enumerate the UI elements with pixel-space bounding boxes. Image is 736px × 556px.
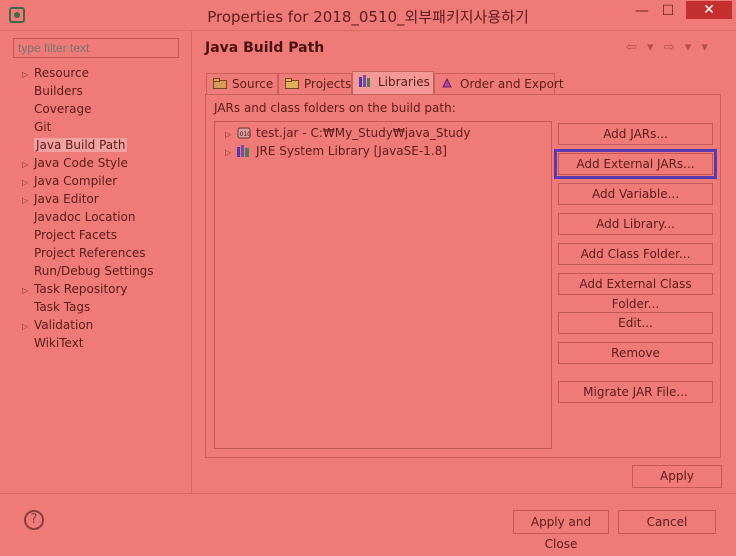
- sidebar-item-project-facets[interactable]: Project Facets: [22, 226, 117, 244]
- libraries-list[interactable]: ▷ 010 test.jar - C:₩My_Study₩java_Study ▷ J…: [214, 121, 552, 449]
- library-icon: [237, 144, 251, 157]
- jar-icon: 010: [237, 126, 252, 139]
- sidebar-item-coverage[interactable]: Coverage: [22, 100, 92, 118]
- list-item[interactable]: ▷ 010 test.jar - C:₩My_Study₩java_Study: [225, 124, 470, 142]
- tab-projects[interactable]: Projects: [278, 73, 352, 94]
- cancel-button[interactable]: Cancel: [618, 510, 716, 534]
- title-bar: Properties for 2018_0510_외부패키지사용하기 — ☐ ✕: [0, 0, 736, 31]
- add-library-button[interactable]: Add Library...: [558, 213, 713, 235]
- close-window-button[interactable]: ✕: [686, 1, 732, 19]
- sidebar-item-wikitext[interactable]: WikiText: [22, 334, 84, 352]
- window-title: Properties for 2018_0510_외부패키지사용하기: [207, 8, 529, 26]
- properties-sidebar: ▷Resource Builders Coverage Git Java Bui…: [0, 31, 192, 493]
- sidebar-item-javadoc-location[interactable]: Javadoc Location: [22, 208, 135, 226]
- migrate-jar-button[interactable]: Migrate JAR File...: [558, 381, 713, 403]
- add-external-jars-button[interactable]: Add External JARs...: [554, 149, 717, 179]
- dialog-footer: ? Apply and Close Cancel: [0, 493, 736, 556]
- sidebar-item-run-debug-settings[interactable]: Run/Debug Settings: [22, 262, 154, 280]
- minimize-button[interactable]: —: [632, 1, 652, 21]
- page-title: Java Build Path: [205, 40, 325, 56]
- add-external-class-folder-button[interactable]: Add External Class Folder...: [558, 273, 713, 311]
- sidebar-item-java-code-style[interactable]: ▷ Java Code Style: [22, 154, 128, 172]
- sidebar-item-resource[interactable]: ▷ Resource: [22, 64, 89, 82]
- projects-folder-icon: [285, 75, 299, 89]
- sidebar-item-java-editor[interactable]: ▷ Java Editor: [22, 190, 99, 208]
- sidebar-item-builders[interactable]: Builders: [22, 82, 83, 100]
- sidebar-item-validation[interactable]: ▷ Validation: [22, 316, 93, 334]
- build-path-label: JARs and class folders on the build path…: [214, 101, 456, 115]
- add-jars-button[interactable]: Add JARs...: [558, 123, 713, 145]
- libraries-panel: JARs and class folders on the build path…: [205, 94, 721, 458]
- sidebar-item-java-build-path[interactable]: Java Build Path: [22, 136, 128, 154]
- sidebar-item-task-repository[interactable]: ▷ Task Repository: [22, 280, 128, 298]
- sidebar-item-java-compiler[interactable]: ▷ Java Compiler: [22, 172, 117, 190]
- expand-arrow-icon[interactable]: ▷: [225, 144, 237, 162]
- edit-button[interactable]: Edit...: [558, 312, 713, 334]
- svg-text:010: 010: [240, 131, 252, 138]
- order-export-icon: [441, 75, 455, 88]
- help-icon[interactable]: ?: [24, 510, 44, 530]
- tab-source[interactable]: Source: [206, 73, 278, 94]
- filter-input[interactable]: [13, 38, 179, 58]
- remove-button[interactable]: Remove: [558, 342, 713, 364]
- tab-order-and-export[interactable]: Order and Export: [434, 73, 564, 94]
- add-class-folder-button[interactable]: Add Class Folder...: [558, 243, 713, 265]
- libraries-icon: [359, 73, 373, 87]
- list-item[interactable]: ▷ JRE System Library [JavaSE-1.8]: [225, 142, 447, 160]
- sidebar-item-git[interactable]: Git: [22, 118, 51, 136]
- tab-libraries[interactable]: Libraries: [352, 71, 434, 95]
- properties-content: Java Build Path ⇦ ▾ ⇨ ▾ ▾ Source Project…: [192, 31, 736, 493]
- apply-button[interactable]: Apply: [632, 465, 722, 488]
- sidebar-item-task-tags[interactable]: Task Tags: [22, 298, 90, 316]
- add-variable-button[interactable]: Add Variable...: [558, 183, 713, 205]
- sidebar-item-project-references[interactable]: Project References: [22, 244, 146, 262]
- history-navigation[interactable]: ⇦ ▾ ⇨ ▾ ▾: [626, 40, 711, 55]
- apply-and-close-button[interactable]: Apply and Close: [513, 510, 609, 551]
- source-folder-icon: [213, 75, 227, 89]
- maximize-button[interactable]: ☐: [658, 1, 678, 21]
